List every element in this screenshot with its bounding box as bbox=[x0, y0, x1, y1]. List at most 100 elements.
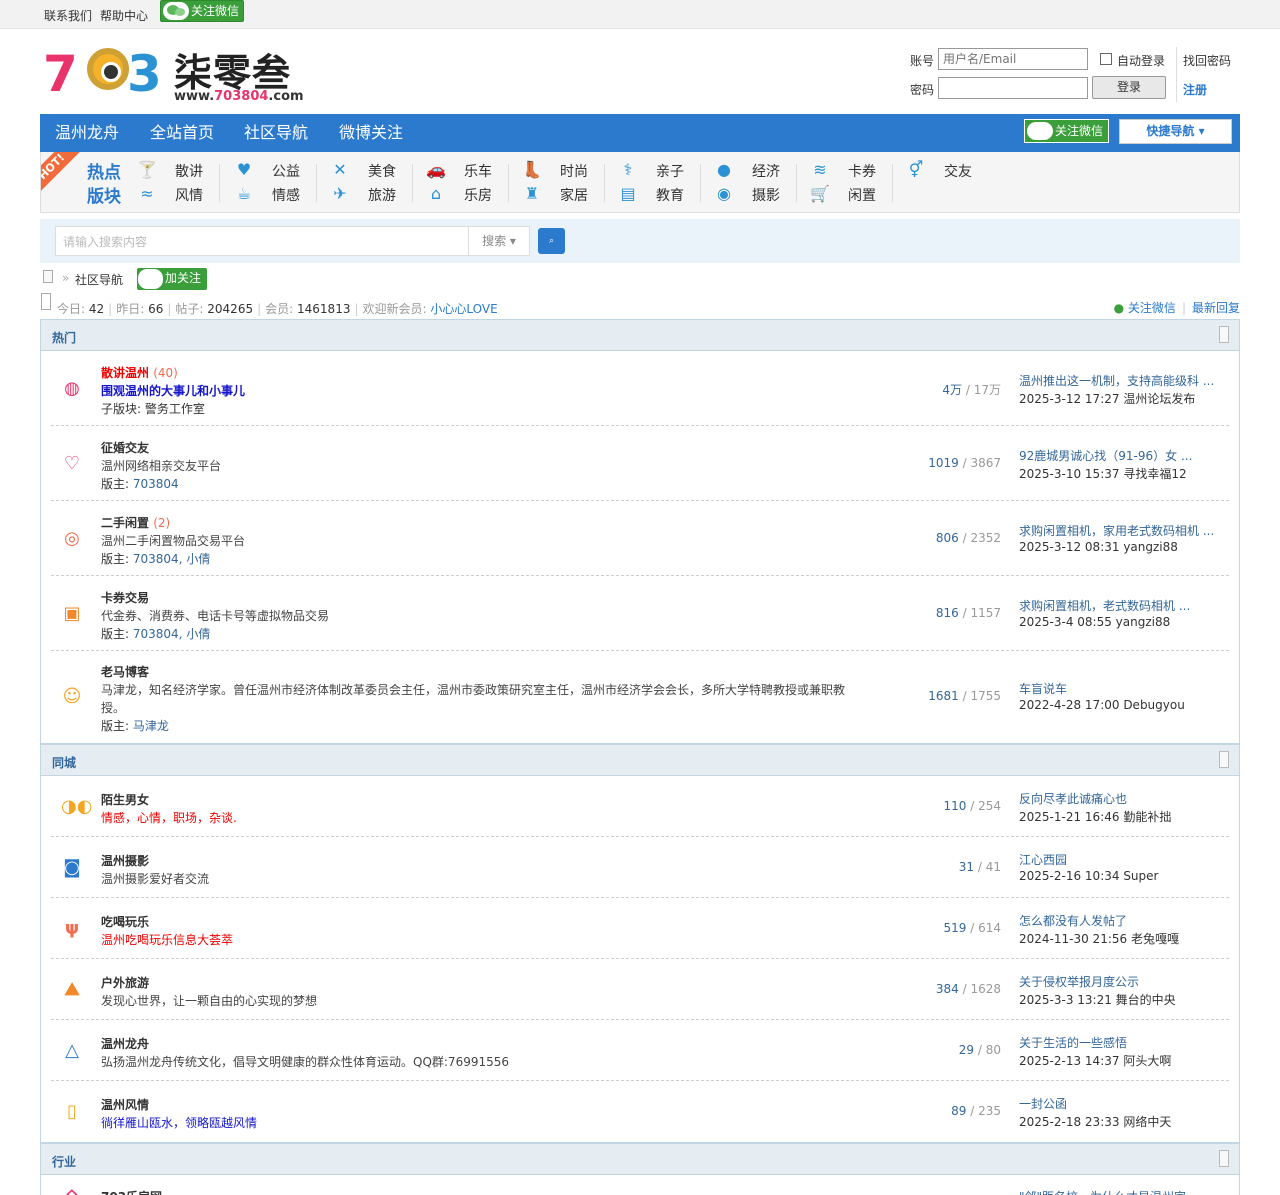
forum-title-link[interactable]: 703乐房网 bbox=[101, 1188, 162, 1195]
contact-link[interactable]: 联系我们 bbox=[44, 7, 92, 24]
hot-link[interactable]: 教育 bbox=[656, 185, 684, 205]
forum-title-link[interactable]: 二手闲置 (2) bbox=[101, 514, 170, 531]
hot-link[interactable]: 闲置 bbox=[848, 185, 876, 205]
hot-link[interactable]: 时尚 bbox=[560, 161, 588, 181]
latest-replies-link[interactable]: 最新回复 bbox=[1192, 301, 1240, 315]
last-post-link[interactable]: "邻"距名校，为什么才是温州家 bbox=[1019, 1188, 1186, 1195]
thread-count: 816 bbox=[935, 606, 959, 620]
forum-description: 发现心世界，让一颗自由的心实现的梦想 bbox=[101, 994, 318, 1008]
chart-icon bbox=[41, 293, 51, 310]
thread-count: 519 bbox=[943, 921, 967, 935]
hot-link[interactable]: 乐房 bbox=[464, 185, 492, 205]
moderator-link[interactable]: 警务工作室 bbox=[145, 402, 205, 416]
forum-counts: 29 / 80 bbox=[958, 1043, 1001, 1057]
moderator-link[interactable]: 703804, 小倩 bbox=[133, 552, 210, 566]
hot-link[interactable]: 散讲 bbox=[175, 161, 203, 181]
forum-section: 热门 ◍ 散讲温州 (40) 围观温州的大事儿和小事儿 子版块: 警务工作室 4… bbox=[40, 319, 1240, 744]
help-link[interactable]: 帮助中心 bbox=[100, 7, 148, 24]
moderator-link[interactable]: 703804 bbox=[133, 477, 179, 491]
forum-new-count: (2) bbox=[153, 516, 171, 530]
last-post-link[interactable]: 关于侵权举报月度公示 bbox=[1019, 973, 1139, 990]
wechat-icon: ● bbox=[1113, 301, 1125, 315]
hot-link[interactable]: 亲子 bbox=[656, 161, 684, 181]
hot-link[interactable]: 摄影 bbox=[752, 185, 780, 205]
hot-link[interactable]: 家居 bbox=[560, 185, 588, 205]
coin-icon: ● bbox=[717, 160, 731, 179]
hot-link[interactable]: 交友 bbox=[944, 161, 972, 181]
last-post-link[interactable]: 求购闲置相机，老式数码相机 ... bbox=[1019, 597, 1190, 614]
forum-title-link[interactable]: 户外旅游 bbox=[101, 974, 149, 991]
logo-url: www.703804.com bbox=[174, 89, 304, 104]
forum-title-link[interactable]: 温州龙舟 bbox=[101, 1035, 149, 1052]
forum-title-link[interactable]: 温州风情 bbox=[101, 1096, 149, 1113]
collapse-icon[interactable] bbox=[1219, 326, 1229, 343]
login-button[interactable]: 登录 bbox=[1092, 76, 1166, 99]
last-post-link[interactable]: 江心西园 bbox=[1019, 851, 1067, 868]
last-post-link[interactable]: 一封公函 bbox=[1019, 1095, 1067, 1112]
register-link[interactable]: 注册 bbox=[1183, 81, 1207, 98]
stats-wechat-link[interactable]: ● 关注微信 bbox=[1114, 301, 1176, 315]
bookmark-icon: ▣ bbox=[63, 603, 81, 624]
hot-link[interactable]: 经济 bbox=[752, 161, 780, 181]
hot-column: ⚥ 交友 bbox=[906, 160, 1002, 204]
forgot-password-link[interactable]: 找回密码 bbox=[1183, 52, 1231, 69]
last-post-link[interactable]: 车盲说车 bbox=[1019, 680, 1067, 697]
hot-link[interactable]: 美食 bbox=[368, 161, 396, 181]
camera-icon: ◙ bbox=[63, 857, 81, 878]
thread-count: 31 bbox=[958, 860, 975, 874]
auto-login-checkbox[interactable] bbox=[1100, 53, 1112, 65]
forum-title-link[interactable]: 卡券交易 bbox=[101, 589, 149, 606]
post-count: 1157 bbox=[970, 606, 1001, 620]
moderator-link[interactable]: 703804, 小倩 bbox=[133, 627, 210, 641]
forum-row: ◙ 温州摄影 温州摄影爱好者交流 31 / 41 江心西园 2025-2-16 … bbox=[51, 837, 1229, 898]
stat-today: 42 bbox=[88, 302, 105, 316]
forum-title-link[interactable]: 散讲温州 (40) bbox=[101, 364, 178, 381]
hot-link[interactable]: 旅游 bbox=[368, 185, 396, 205]
last-post-link[interactable]: 求购闲置相机，家用老式数码相机 ... bbox=[1019, 522, 1214, 539]
search-input[interactable]: 请输入搜索内容 bbox=[55, 226, 469, 256]
moderator-link[interactable]: 马津龙 bbox=[133, 719, 169, 733]
last-post-link[interactable]: 温州推出这一机制，支持高能级科 ... bbox=[1019, 372, 1214, 389]
search-type-select[interactable]: 搜索 ▾ bbox=[468, 226, 530, 256]
follow-wechat-button[interactable]: 关注微信 bbox=[160, 0, 244, 22]
forum-title-link[interactable]: 老马博客 bbox=[101, 663, 149, 680]
mountain-icon: ⛰ bbox=[64, 979, 80, 1000]
newest-member-link[interactable]: 小心心LOVE bbox=[430, 302, 497, 316]
nav-item-longzhou[interactable]: 温州龙舟 bbox=[55, 114, 119, 152]
post-count: 2352 bbox=[970, 531, 1001, 545]
nav-item-home[interactable]: 全站首页 bbox=[150, 114, 214, 152]
hot-link[interactable]: 乐车 bbox=[464, 161, 492, 181]
compass-icon: △ bbox=[65, 1040, 79, 1061]
hot-link[interactable]: 卡券 bbox=[848, 161, 876, 181]
breadcrumb-current: 社区导航 bbox=[75, 273, 124, 287]
quick-nav-dropdown[interactable]: 快捷导航 ▾ bbox=[1119, 119, 1232, 144]
last-post-link[interactable]: 关于生活的一些感悟 bbox=[1019, 1034, 1127, 1051]
collapse-icon[interactable] bbox=[1219, 1150, 1229, 1167]
forum-title-link[interactable]: 陌生男女 bbox=[101, 791, 149, 808]
nav-wechat-button[interactable]: 关注微信 bbox=[1024, 119, 1109, 143]
forum-counts: 31 / 41 bbox=[958, 860, 1001, 874]
follow-button[interactable]: 加关注 bbox=[137, 268, 207, 290]
hot-link[interactable]: 风情 bbox=[175, 185, 203, 205]
forum-title-link[interactable]: 吃喝玩乐 bbox=[101, 913, 149, 930]
hot-link[interactable]: 情感 bbox=[272, 185, 300, 205]
hot-link[interactable]: 公益 bbox=[272, 161, 300, 181]
nav-item-community[interactable]: 社区导航 bbox=[244, 114, 308, 152]
collapse-icon[interactable] bbox=[1219, 751, 1229, 768]
gender-icon: ⚥ bbox=[908, 160, 924, 179]
forum-title-link[interactable]: 温州摄影 bbox=[101, 852, 149, 869]
search-button[interactable]: ⌕ bbox=[538, 228, 565, 254]
last-post-link[interactable]: 反向尽孝此诚痛心也 bbox=[1019, 790, 1127, 807]
forum-title-link[interactable]: 征婚交友 bbox=[101, 439, 149, 456]
section-title: 同城 bbox=[52, 756, 77, 770]
last-post-meta: 2024-11-30 21:56 老兔嘎嘎 bbox=[1019, 932, 1179, 946]
password-input[interactable] bbox=[938, 77, 1088, 99]
site-logo[interactable]: 7 3 柒零叁 www.703804.com bbox=[43, 42, 305, 106]
username-input[interactable] bbox=[938, 48, 1088, 70]
home-icon[interactable] bbox=[43, 270, 53, 283]
couple-icon: ◑◐ bbox=[61, 796, 93, 817]
nav-item-weibo[interactable]: 微博关注 bbox=[339, 114, 403, 152]
last-post-link[interactable]: 92鹿城男诚心找（91-96）女 ... bbox=[1019, 447, 1192, 464]
search-bar: 请输入搜索内容 搜索 ▾ ⌕ bbox=[40, 219, 1240, 263]
last-post-link[interactable]: 怎么都没有人发帖了 bbox=[1019, 912, 1127, 929]
